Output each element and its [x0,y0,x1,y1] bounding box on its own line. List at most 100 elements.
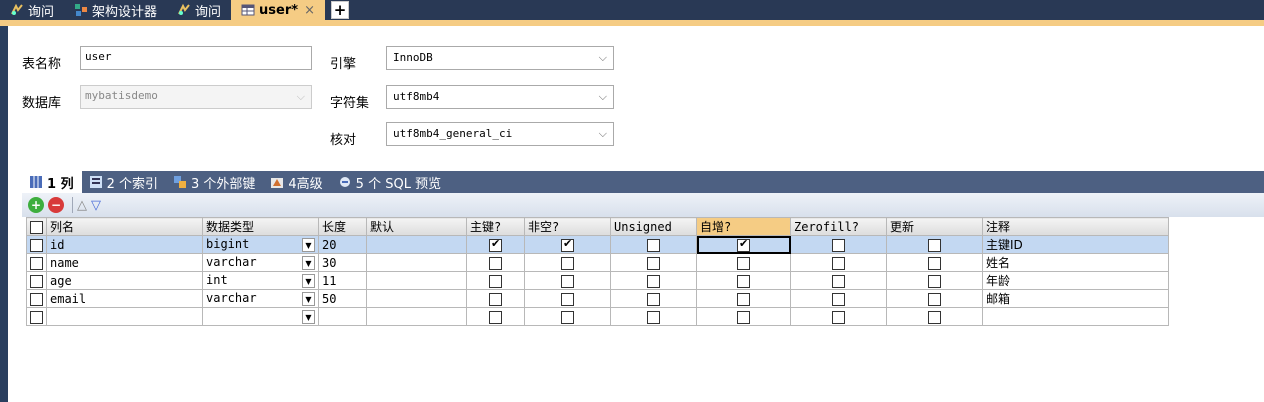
column-header-default[interactable]: 默认 [366,217,467,236]
update-cell[interactable] [886,289,983,308]
pk-cell[interactable] [466,253,525,272]
column-name-cell[interactable] [46,307,203,326]
table-row[interactable]: name varchar ▼ 30 姓名 [26,253,1169,272]
comment-cell[interactable]: 姓名 [982,253,1169,272]
pk-cell[interactable] [466,307,525,326]
notnull-cell[interactable] [524,253,611,272]
row-select-cell[interactable] [26,289,47,308]
pk-checkbox[interactable] [489,274,502,288]
tab-columns[interactable]: 1 列 [22,171,82,193]
table-name-input[interactable]: user [80,46,312,70]
table-row[interactable]: age int ▼ 11 年龄 [26,271,1169,290]
move-down-icon[interactable]: ▽ [91,198,101,213]
update-cell[interactable] [886,253,983,272]
notnull-cell[interactable] [524,235,611,254]
tab-advanced[interactable]: 4高级 [263,171,330,193]
update-checkbox[interactable] [928,238,941,252]
update-checkbox[interactable] [928,256,941,270]
column-header-autoinc[interactable]: 自增? [696,217,791,236]
zerofill-checkbox[interactable] [832,274,845,288]
autoinc-cell[interactable] [696,235,791,254]
data-type-cell[interactable]: bigint ▼ [202,235,319,254]
comment-cell[interactable]: 年龄 [982,271,1169,290]
tab-query-2[interactable]: 询问 [167,0,231,20]
column-header-unsigned[interactable]: Unsigned [610,217,697,236]
unsigned-cell[interactable] [610,289,697,308]
column-header-comment[interactable]: 注释 [982,217,1169,236]
table-row[interactable]: idbigint ▼20 主键ID [26,235,1169,254]
column-header-length[interactable]: 长度 [318,217,367,236]
dropdown-arrow-icon[interactable]: ▼ [302,256,315,270]
unsigned-checkbox[interactable] [647,238,660,252]
comment-cell[interactable] [982,307,1169,326]
column-header-notnull[interactable]: 非空? [524,217,611,236]
zerofill-cell[interactable] [790,235,887,254]
autoinc-checkbox[interactable] [737,274,750,288]
length-cell[interactable]: 20 [318,235,367,254]
zerofill-cell[interactable] [790,253,887,272]
update-cell[interactable] [886,307,983,326]
data-type-cell[interactable]: int ▼ [202,271,319,290]
column-name-cell[interactable]: name [46,253,203,272]
add-column-icon[interactable]: + [28,197,44,213]
data-type-cell[interactable]: varchar ▼ [202,253,319,272]
dropdown-arrow-icon[interactable]: ▼ [302,310,315,324]
notnull-checkbox[interactable] [561,237,574,252]
default-cell[interactable] [366,289,467,308]
pk-checkbox[interactable] [489,310,502,324]
tab-schema-designer[interactable]: 架构设计器 [64,0,167,20]
autoinc-cell[interactable] [696,307,791,326]
notnull-cell[interactable] [524,307,611,326]
zerofill-cell[interactable] [790,307,887,326]
unsigned-cell[interactable] [610,235,697,254]
notnull-checkbox[interactable] [561,292,574,306]
data-type-cell[interactable]: varchar ▼ [202,289,319,308]
row-select-checkbox[interactable] [30,256,43,270]
unsigned-checkbox[interactable] [647,310,660,324]
zerofill-checkbox[interactable] [832,292,845,306]
dropdown-arrow-icon[interactable]: ▼ [302,292,315,306]
unsigned-cell[interactable] [610,307,697,326]
zerofill-checkbox[interactable] [832,256,845,270]
row-select-checkbox[interactable] [30,292,43,306]
autoinc-checkbox[interactable] [737,310,750,324]
comment-cell[interactable]: 邮箱 [982,289,1169,308]
pk-cell[interactable] [466,235,525,254]
notnull-cell[interactable] [524,289,611,308]
pk-checkbox[interactable] [489,237,502,252]
row-select-cell[interactable] [26,271,47,290]
zerofill-checkbox[interactable] [832,310,845,324]
comment-cell[interactable]: 主键ID [982,235,1169,254]
autoinc-cell[interactable] [696,289,791,308]
select-all-checkbox[interactable] [30,220,43,234]
autoinc-checkbox[interactable] [737,237,750,252]
length-cell[interactable]: 30 [318,253,367,272]
autoinc-cell[interactable] [696,271,791,290]
select-all-checkbox-cell[interactable] [26,217,47,236]
notnull-checkbox[interactable] [561,310,574,324]
notnull-cell[interactable] [524,271,611,290]
tab-user[interactable]: user* × [231,0,325,20]
notnull-checkbox[interactable] [561,256,574,270]
pk-cell[interactable] [466,271,525,290]
update-checkbox[interactable] [928,310,941,324]
charset-select[interactable]: utf8mb4 ⌵ [386,85,614,109]
column-name-cell[interactable]: id [46,235,203,254]
row-select-checkbox[interactable] [30,310,43,324]
dropdown-arrow-icon[interactable]: ▼ [302,238,315,252]
row-select-checkbox[interactable] [30,238,43,252]
autoinc-checkbox[interactable] [737,292,750,306]
close-icon[interactable]: × [304,3,315,18]
unsigned-cell[interactable] [610,253,697,272]
update-checkbox[interactable] [928,274,941,288]
tab-indexes[interactable]: 2 个索引 [82,171,166,193]
unsigned-checkbox[interactable] [647,292,660,306]
column-header-zerofill[interactable]: Zerofill? [790,217,887,236]
column-header-pk[interactable]: 主键? [466,217,525,236]
length-cell[interactable]: 50 [318,289,367,308]
tab-foreign-keys[interactable]: 3 个外部键 [166,171,263,193]
unsigned-cell[interactable] [610,271,697,290]
table-row[interactable]: email varchar ▼ 50 邮箱 [26,289,1169,308]
unsigned-checkbox[interactable] [647,274,660,288]
data-type-cell[interactable]: ▼ [202,307,319,326]
